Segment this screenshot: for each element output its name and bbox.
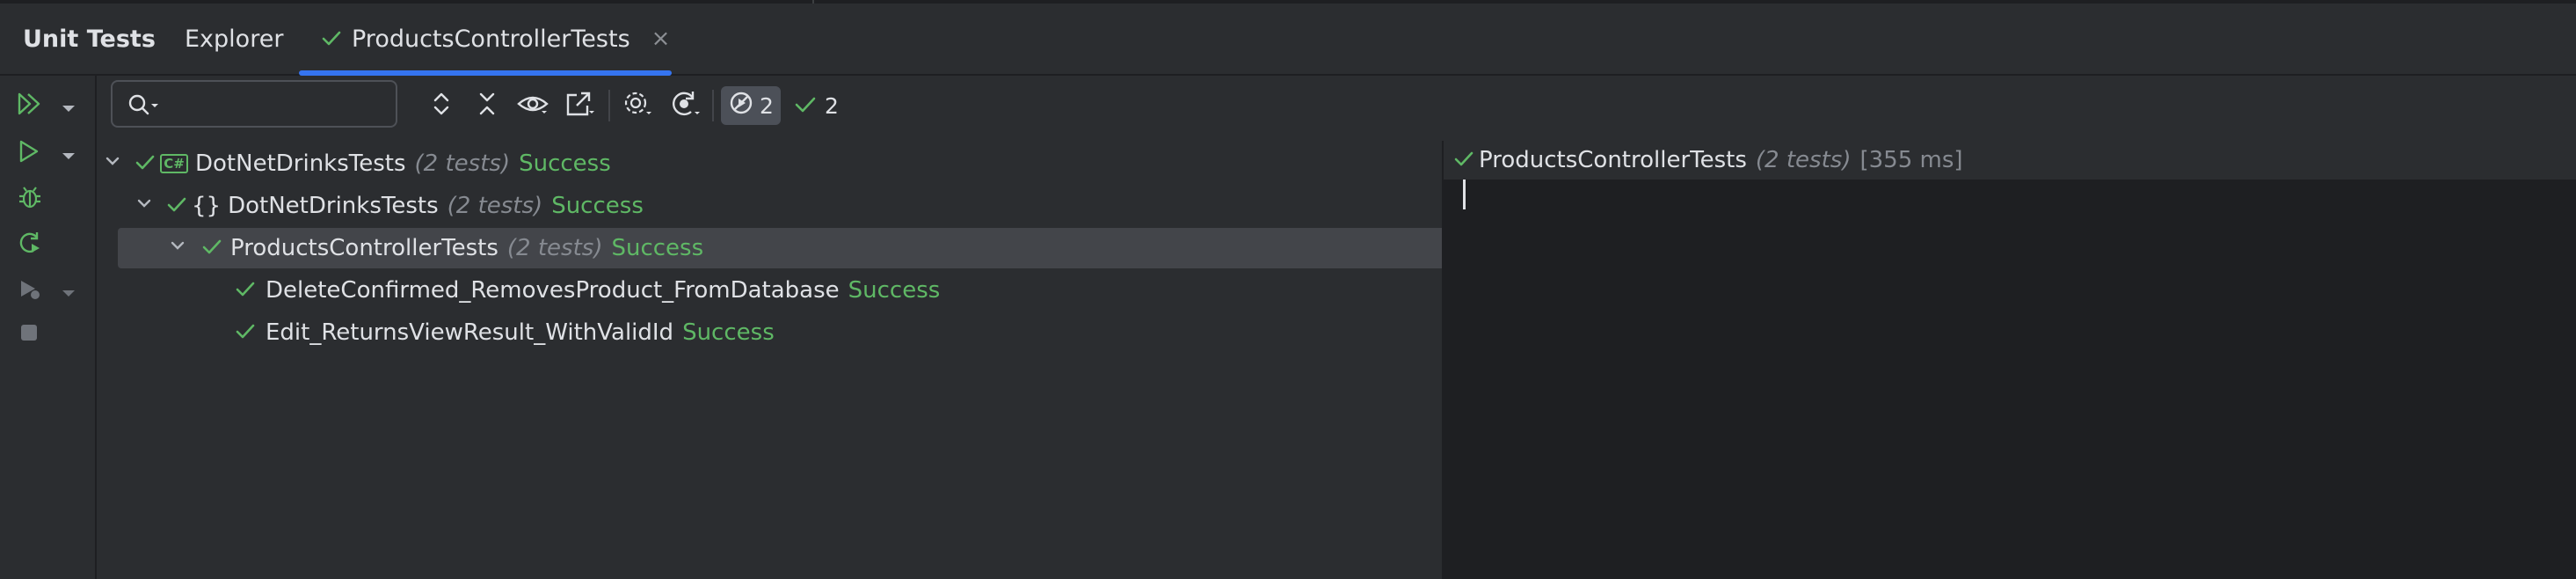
profile-button[interactable] — [16, 271, 86, 310]
gear-icon — [622, 89, 653, 122]
search-field[interactable] — [167, 89, 390, 121]
left-toolbar — [0, 76, 97, 579]
collapse-all-icon — [476, 90, 498, 121]
details-count: (2 tests) — [1755, 147, 1852, 173]
export-button[interactable] — [563, 86, 598, 125]
status-text: Success — [551, 193, 644, 219]
test-count: (2 tests) — [447, 193, 543, 219]
run-icon — [16, 138, 42, 168]
filter-passed-toggle[interactable]: 2 — [795, 86, 839, 125]
active-tab-indicator — [299, 70, 672, 76]
check-icon — [1454, 147, 1474, 173]
bug-icon — [16, 184, 44, 214]
tree-row-test[interactable]: DeleteConfirmed_RemovesProduct_FromDatab… — [97, 271, 1442, 310]
test-output-area[interactable] — [1444, 180, 2576, 579]
status-text: Success — [848, 277, 941, 304]
tab-explorer[interactable]: Explorer — [185, 4, 283, 74]
text-cursor — [1463, 180, 1466, 209]
export-icon — [564, 90, 596, 121]
tree-label: DeleteConfirmed_RemovesProduct_FromDatab… — [266, 277, 840, 304]
chevron-down-icon[interactable] — [167, 235, 188, 262]
run-button[interactable] — [16, 134, 86, 172]
continuous-testing-button[interactable] — [666, 86, 703, 125]
tree-row-test[interactable]: Edit_ReturnsViewResult_WithValidId Succe… — [97, 313, 1442, 352]
test-count: (2 tests) — [414, 150, 511, 177]
check-icon — [202, 235, 222, 261]
status-text: Success — [611, 235, 704, 261]
chevron-down-icon[interactable] — [134, 193, 155, 220]
chevron-down-icon[interactable] — [102, 150, 123, 178]
stop-button[interactable] — [16, 315, 86, 354]
expand-all-icon — [430, 90, 453, 121]
stop-icon — [16, 319, 42, 349]
chevron-down-icon[interactable] — [62, 285, 76, 302]
check-icon — [236, 319, 255, 346]
details-header: ProductsControllerTests (2 tests) [355 m… — [1454, 143, 1963, 178]
tree-row-namespace[interactable]: {} DotNetDrinksTests (2 tests) Success — [97, 187, 1442, 225]
continuous-testing-icon — [668, 89, 702, 122]
rerun-icon — [16, 230, 44, 260]
check-icon — [795, 93, 816, 119]
toolbar-separator — [712, 90, 714, 121]
toolbar-separator — [608, 90, 610, 121]
search-input[interactable] — [111, 80, 397, 128]
check-icon — [322, 26, 341, 53]
check-icon — [135, 150, 155, 177]
collapse-all-button[interactable] — [471, 86, 503, 125]
close-icon[interactable]: × — [651, 26, 671, 52]
tree-row-class[interactable]: ProductsControllerTests (2 tests) Succes… — [97, 228, 1517, 268]
check-icon — [236, 277, 255, 304]
expand-all-button[interactable] — [426, 86, 457, 125]
tree-label: Edit_ReturnsViewResult_WithValidId — [266, 319, 674, 346]
details-duration: [355 ms] — [1859, 147, 1963, 173]
check-icon — [167, 193, 186, 219]
namespace-icon: {} — [192, 193, 222, 219]
run-all-icon — [16, 91, 46, 121]
profile-icon — [16, 275, 44, 305]
chevron-down-icon[interactable] — [62, 100, 76, 117]
passed-count: 2 — [825, 92, 839, 119]
tree-label: DotNetDrinksTests — [228, 193, 439, 219]
tab-bar: Unit Tests Explorer ProductsControllerTe… — [0, 4, 2576, 76]
details-title: ProductsControllerTests — [1479, 147, 1747, 173]
tab-products-controller-tests[interactable]: ProductsControllerTests × — [299, 4, 672, 76]
csharp-project-icon: C# — [160, 154, 188, 173]
status-text: Success — [519, 150, 611, 177]
settings-button[interactable] — [619, 86, 656, 125]
ignored-tests-icon — [728, 90, 754, 121]
tree-row-project[interactable]: C# DotNetDrinksTests (2 tests) Success — [97, 144, 1442, 183]
debug-button[interactable] — [16, 180, 86, 218]
run-all-button[interactable] — [16, 86, 86, 125]
tree-label: ProductsControllerTests — [230, 235, 498, 261]
test-count: (2 tests) — [506, 235, 603, 261]
ignored-count: 2 — [760, 92, 774, 119]
show-button[interactable] — [515, 86, 550, 125]
search-icon — [127, 93, 162, 121]
tab-label: ProductsControllerTests — [352, 25, 630, 53]
filter-ignored-toggle[interactable]: 2 — [721, 86, 781, 125]
eye-icon — [517, 92, 549, 120]
tool-window-title: Unit Tests — [23, 25, 156, 53]
tree-label: DotNetDrinksTests — [195, 150, 406, 177]
chevron-down-icon[interactable] — [62, 148, 76, 165]
rerun-button[interactable] — [16, 225, 86, 264]
status-text: Success — [682, 319, 775, 346]
